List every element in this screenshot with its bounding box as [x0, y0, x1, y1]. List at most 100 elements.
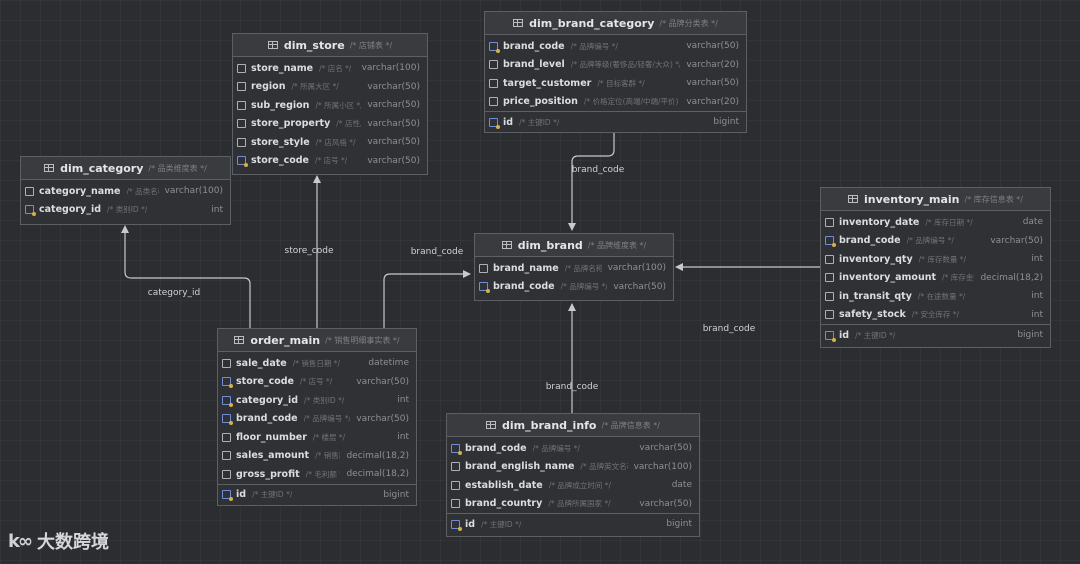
table-dim-category[interactable]: dim_category /* 品类维度表 */ category_name /*… — [20, 156, 231, 225]
key-column-icon — [25, 205, 36, 217]
column-comment: /* 主键ID */ — [252, 490, 293, 500]
column-type: varchar(50) — [639, 443, 692, 454]
column-comment: /* 品牌英文名称 */ — [580, 462, 627, 472]
column-icon — [479, 263, 488, 273]
column-name: brand_code — [839, 235, 901, 247]
table-dim-brand-category[interactable]: dim_brand_category /* 品牌分类表 */ brand_cod… — [484, 11, 747, 133]
column-type: int — [1031, 309, 1043, 320]
table-header[interactable]: dim_brand_info /* 品牌信息表 */ — [447, 414, 699, 437]
table-order-main[interactable]: order_main /* 销售明细事实表 */ sale_date /* 销售日… — [217, 328, 417, 506]
column-row[interactable]: brand_country /* 品牌所属国家 */ varchar(50) — [447, 495, 699, 514]
table-header[interactable]: dim_category /* 品类维度表 */ — [21, 157, 230, 180]
column-type: varchar(50) — [686, 78, 739, 89]
column-type: varchar(50) — [356, 376, 409, 387]
table-header[interactable]: inventory_main /* 库存信息表 */ — [821, 188, 1050, 211]
column-row[interactable]: target_customer /* 目标客群 */ varchar(50) — [485, 74, 746, 93]
column-row[interactable]: store_style /* 店风格 */ varchar(50) — [233, 133, 427, 152]
column-row[interactable]: gross_profit /* 毛利额 */ decimal(18,2) — [218, 465, 416, 484]
column-name: id — [503, 116, 514, 128]
edge-label-brand-category-to-brand: brand_code — [571, 165, 625, 175]
column-row[interactable]: store_name /* 店名 */ varchar(100) — [233, 59, 427, 78]
column-type: varchar(50) — [367, 81, 420, 92]
column-row[interactable]: brand_code /* 品牌编号 */ varchar(50) — [218, 410, 416, 429]
key-column-icon — [825, 236, 836, 248]
column-row[interactable]: inventory_qty /* 库存数量 */ int — [821, 250, 1050, 269]
table-inventory-main[interactable]: inventory_main /* 库存信息表 */ inventory_dat… — [820, 187, 1051, 348]
column-row[interactable]: sub_region /* 所属小区 */ varchar(50) — [233, 96, 427, 115]
table-icon — [848, 195, 859, 203]
column-row[interactable]: region /* 所属大区 */ varchar(50) — [233, 78, 427, 97]
column-type: varchar(50) — [367, 100, 420, 111]
column-icon — [25, 186, 34, 196]
column-row[interactable]: id /* 主键ID */ bigint — [821, 326, 1050, 345]
column-comment: /* 库存日期 */ — [925, 217, 973, 227]
column-type: varchar(100) — [607, 263, 666, 274]
column-type: int — [211, 204, 223, 215]
table-dim-brand-info[interactable]: dim_brand_info /* 品牌信息表 */ brand_code /* … — [446, 413, 700, 537]
column-row[interactable]: brand_code /* 品牌编号 */ varchar(50) — [475, 278, 673, 297]
column-row[interactable]: id /* 主键ID */ bigint — [485, 113, 746, 132]
column-row[interactable]: id /* 主键ID */ bigint — [447, 515, 699, 534]
column-row[interactable]: in_transit_qty /* 在途数量 */ int — [821, 287, 1050, 306]
key-column-icon — [237, 156, 248, 168]
column-name: category_id — [39, 204, 102, 216]
column-row[interactable]: category_id /* 类别ID */ int — [21, 201, 230, 220]
column-name: category_id — [236, 394, 299, 406]
key-column-icon — [489, 117, 500, 129]
column-name: price_position — [503, 96, 578, 108]
table-name: dim_brand_category — [529, 16, 655, 30]
table-dim-store[interactable]: dim_store /* 店铺表 */ store_name /* 店名 */ va… — [232, 33, 428, 175]
column-row[interactable]: brand_code /* 品牌编号 */ varchar(50) — [485, 37, 746, 56]
column-type: int — [1031, 254, 1043, 265]
table-icon — [234, 336, 245, 344]
column-row[interactable]: inventory_amount /* 库存金额 */ decimal(18,2) — [821, 269, 1050, 288]
column-row[interactable]: id /* 主键ID */ bigint — [218, 486, 416, 505]
column-row[interactable]: sales_amount /* 销售额 */ decimal(18,2) — [218, 447, 416, 466]
key-column-icon — [222, 377, 233, 389]
column-type: int — [397, 395, 409, 406]
column-row[interactable]: brand_name /* 品牌名称 */ varchar(100) — [475, 259, 673, 278]
table-header[interactable]: dim_brand_category /* 品牌分类表 */ — [485, 12, 746, 35]
column-type: varchar(50) — [367, 137, 420, 148]
table-name: dim_brand — [517, 238, 583, 252]
column-row[interactable]: inventory_date /* 库存日期 */ date — [821, 213, 1050, 232]
column-row[interactable]: category_name /* 品类名称 */ varchar(100) — [21, 182, 230, 201]
column-type: bigint — [1017, 330, 1043, 341]
table-header[interactable]: dim_store /* 店铺表 */ — [233, 34, 427, 57]
column-icon — [489, 78, 498, 88]
key-column-icon — [825, 330, 836, 342]
column-row[interactable]: brand_code /* 品牌编号 */ varchar(50) — [447, 439, 699, 458]
column-row[interactable]: store_code /* 店号 */ varchar(50) — [233, 152, 427, 171]
table-comment: /* 品类维度表 */ — [148, 163, 207, 173]
column-row[interactable]: category_id /* 类别ID */ int — [218, 391, 416, 410]
table-header[interactable]: order_main /* 销售明细事实表 */ — [218, 329, 416, 352]
column-row[interactable]: store_code /* 店号 */ varchar(50) — [218, 373, 416, 392]
column-comment: /* 品牌编号 */ — [303, 414, 351, 424]
key-column-icon — [479, 282, 490, 294]
table-header[interactable]: dim_brand /* 品牌维度表 */ — [475, 234, 673, 257]
column-comment: /* 品牌编号 */ — [906, 236, 954, 246]
column-type: varchar(20) — [686, 59, 739, 70]
column-row[interactable]: price_position /* 价格定位(高端/中端/平价) */ varcha… — [485, 93, 746, 112]
column-comment: /* 价格定位(高端/中端/平价) */ — [583, 97, 681, 107]
column-row[interactable]: sale_date /* 销售日期 */ datetime — [218, 354, 416, 373]
table-icon — [267, 41, 278, 49]
column-row[interactable]: brand_code /* 品牌编号 */ varchar(50) — [821, 232, 1050, 251]
column-row[interactable]: floor_number /* 楼层 */ int — [218, 428, 416, 447]
table-dim-brand[interactable]: dim_brand /* 品牌维度表 */ brand_name /* 品牌名称 … — [474, 233, 674, 301]
column-icon — [451, 480, 460, 490]
table-name: dim_brand_info — [502, 418, 597, 432]
column-name: brand_code — [503, 40, 565, 52]
column-row[interactable]: brand_english_name /* 品牌英文名称 */ varchar(10… — [447, 458, 699, 477]
column-type: varchar(50) — [356, 413, 409, 424]
column-row[interactable]: store_property /* 店性质 */ varchar(50) — [233, 115, 427, 134]
column-row[interactable]: establish_date /* 品牌成立时间 */ date — [447, 476, 699, 495]
column-comment: /* 类别ID */ — [107, 205, 148, 215]
column-comment: /* 品牌所属国家 */ — [548, 499, 611, 509]
column-name: establish_date — [465, 479, 543, 491]
key-column-icon — [489, 41, 500, 53]
column-name: gross_profit — [236, 468, 300, 480]
column-row[interactable]: safety_stock /* 安全库存 */ int — [821, 306, 1050, 325]
table-name: dim_store — [283, 38, 345, 52]
column-row[interactable]: brand_level /* 品牌等级(奢侈品/轻奢/大众) */ varchar(… — [485, 56, 746, 75]
